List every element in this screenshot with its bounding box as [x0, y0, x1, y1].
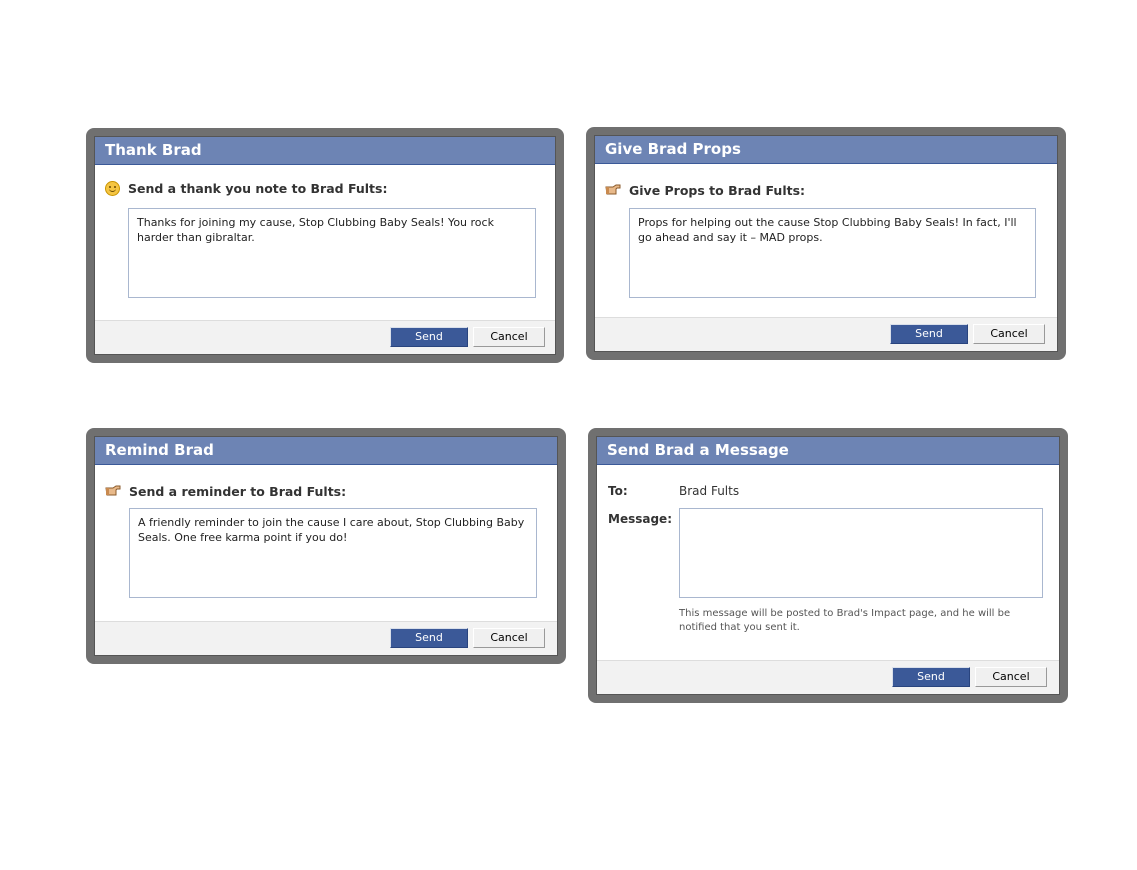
remind-dialog-title: Remind Brad	[95, 437, 557, 465]
thank-send-button[interactable]: Send	[390, 327, 468, 347]
thank-dialog-title: Thank Brad	[95, 137, 555, 165]
props-message-textarea[interactable]: Props for helping out the cause Stop Clu…	[629, 208, 1036, 298]
to-recipient: Brad Fults	[679, 484, 740, 498]
props-dialog-title: Give Brad Props	[595, 136, 1057, 164]
message-dialog: Send Brad a Message To: Brad Fults Messa…	[588, 428, 1068, 703]
message-textarea[interactable]	[679, 508, 1043, 598]
message-dialog-footer: Send Cancel	[597, 660, 1059, 694]
thank-prompt-label: Send a thank you note to Brad Fults:	[128, 181, 388, 196]
remind-dialog: Remind Brad Send a reminder to Brad Fult…	[86, 428, 566, 664]
thank-message-textarea[interactable]: Thanks for joining my cause, Stop Clubbi…	[128, 208, 536, 298]
props-prompt: Give Props to Brad Fults:	[605, 182, 805, 198]
pointing-hand-icon	[105, 483, 121, 499]
props-dialog: Give Brad Props Give Props to Brad Fults…	[586, 127, 1066, 360]
remind-prompt: Send a reminder to Brad Fults:	[105, 483, 346, 499]
remind-prompt-label: Send a reminder to Brad Fults:	[129, 483, 347, 499]
thank-dialog: Thank Brad Send a thank you note to Brad…	[86, 128, 564, 363]
remind-send-button[interactable]: Send	[390, 628, 468, 648]
message-dialog-title: Send Brad a Message	[597, 437, 1059, 465]
smiley-icon	[105, 181, 120, 196]
props-prompt-label: Give Props to Brad Fults:	[629, 182, 806, 198]
props-dialog-body: Give Brad Props Give Props to Brad Fults…	[594, 135, 1058, 352]
message-send-button[interactable]: Send	[892, 667, 970, 687]
message-note: This message will be posted to Brad's Im…	[679, 608, 1011, 633]
thank-dialog-footer: Send Cancel	[95, 320, 555, 354]
message-dialog-body: Send Brad a Message To: Brad Fults Messa…	[596, 436, 1060, 695]
remind-message-textarea[interactable]: A friendly reminder to join the cause I …	[129, 508, 537, 598]
remind-cancel-button[interactable]: Cancel	[473, 628, 545, 648]
to-label: To:	[608, 484, 628, 498]
thank-dialog-body: Thank Brad Send a thank you note to Brad…	[94, 136, 556, 355]
props-dialog-footer: Send Cancel	[595, 317, 1057, 351]
message-cancel-button[interactable]: Cancel	[975, 667, 1047, 687]
message-label: Message:	[608, 512, 672, 526]
thank-prompt: Send a thank you note to Brad Fults:	[105, 181, 387, 196]
props-cancel-button[interactable]: Cancel	[973, 324, 1045, 344]
remind-dialog-footer: Send Cancel	[95, 621, 557, 655]
props-send-button[interactable]: Send	[890, 324, 968, 344]
thank-cancel-button[interactable]: Cancel	[473, 327, 545, 347]
pointing-hand-icon	[605, 182, 621, 198]
remind-dialog-body: Remind Brad Send a reminder to Brad Fult…	[94, 436, 558, 656]
